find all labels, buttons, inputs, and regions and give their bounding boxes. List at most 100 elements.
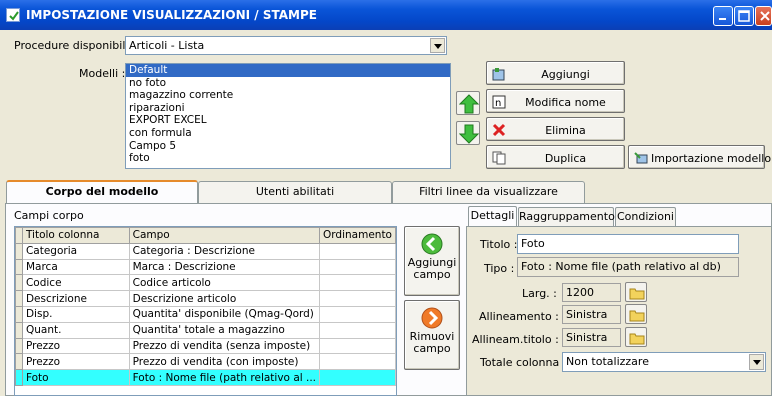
add-model-icon: [492, 67, 506, 81]
table-row[interactable]: Descrizione Descrizione articolo: [15, 290, 396, 307]
larg-field[interactable]: 1200: [562, 283, 621, 302]
larg-folder-button[interactable]: [625, 282, 647, 302]
allineam-titolo-value: Sinistra: [566, 331, 608, 344]
table-cell[interactable]: Descrizione articolo: [128, 290, 321, 307]
table-cell[interactable]: Prezzo: [21, 337, 130, 355]
allineam-titolo-field[interactable]: Sinistra: [562, 328, 621, 347]
table-cell[interactable]: Categoria: [21, 242, 130, 260]
allineamento-field[interactable]: Sinistra: [562, 305, 621, 324]
table-cell[interactable]: Prezzo di vendita (senza imposte): [128, 337, 321, 355]
totale-colonna-select[interactable]: Non totalizzare: [562, 352, 766, 372]
campi-corpo-title: Campi corpo: [14, 209, 84, 222]
table-cell[interactable]: Foto: [21, 369, 130, 386]
modelli-list-item[interactable]: Campo 5: [126, 140, 450, 153]
modelli-list-item[interactable]: foto: [126, 152, 450, 165]
table-row[interactable]: Prezzo Prezzo di vendita (con imposte): [15, 353, 396, 371]
row-header[interactable]: [15, 274, 23, 292]
aggiungi-button[interactable]: Aggiungi: [486, 61, 625, 85]
col-header-ordinamento[interactable]: Ordinamento: [319, 227, 396, 244]
campi-grid[interactable]: Titolo colonna Campo Ordinamento Categor…: [14, 226, 397, 396]
table-cell[interactable]: [319, 353, 396, 371]
table-row[interactable]: Marca Marca : Descrizione: [15, 258, 396, 276]
modelli-list-item[interactable]: riparazioni: [126, 102, 450, 115]
move-up-button[interactable]: [456, 91, 480, 115]
delete-icon: [492, 123, 506, 137]
minimize-button[interactable]: [713, 6, 733, 26]
col-header-campo[interactable]: Campo: [128, 227, 321, 244]
title-bar[interactable]: IMPOSTAZIONE VISUALIZZAZIONI / STAMPE: [0, 0, 772, 30]
titolo-input[interactable]: Foto: [517, 234, 739, 254]
elimina-button[interactable]: Elimina: [486, 117, 625, 141]
modelli-list-item[interactable]: con formula: [126, 127, 450, 140]
larg-label: Larg. :: [522, 287, 557, 300]
table-cell[interactable]: Prezzo di vendita (con imposte): [128, 353, 321, 371]
table-row[interactable]: Categoria Categoria : Descrizione: [15, 242, 396, 260]
table-cell[interactable]: [319, 337, 396, 355]
table-row[interactable]: Disp. Quantita' disponibile (Qmag-Qord): [15, 305, 396, 323]
table-cell[interactable]: [319, 305, 396, 323]
procedure-select[interactable]: Articoli - Lista: [125, 36, 447, 55]
table-cell[interactable]: Marca : Descrizione: [128, 258, 321, 276]
table-cell[interactable]: [319, 369, 396, 386]
maximize-button[interactable]: [734, 6, 754, 26]
table-cell[interactable]: Prezzo: [21, 353, 130, 371]
table-cell[interactable]: Disp.: [21, 305, 130, 323]
table-cell[interactable]: [319, 258, 396, 276]
table-cell[interactable]: Quant.: [21, 321, 130, 339]
table-row[interactable]: Foto Foto : Nome file (path relativo al .…: [15, 369, 396, 386]
row-header[interactable]: [15, 290, 23, 307]
table-cell[interactable]: [319, 321, 396, 339]
procedure-value: Articoli - Lista: [129, 39, 205, 52]
table-cell[interactable]: Foto : Nome file (path relativo al ...: [128, 369, 321, 386]
modelli-list-item[interactable]: Default: [126, 64, 450, 77]
tab-dettagli[interactable]: Dettagli: [468, 206, 517, 227]
tab-filtri-linee[interactable]: Filtri linee da visualizzare: [392, 181, 585, 203]
duplicate-icon: [492, 151, 506, 165]
table-row[interactable]: Prezzo Prezzo di vendita (senza imposte): [15, 337, 396, 355]
table-cell[interactable]: [319, 242, 396, 260]
row-header[interactable]: [15, 337, 23, 355]
row-header[interactable]: [15, 305, 23, 323]
tab-corpo-del-modello[interactable]: Corpo del modello: [6, 180, 198, 204]
allineam-titolo-label: Allineam.titolo :: [472, 333, 559, 346]
importazione-modello-button[interactable]: Importazione modello: [628, 145, 771, 169]
aggiungi-label: Aggiungi: [541, 68, 590, 81]
totale-colonna-label: Totale colonna :: [480, 356, 567, 369]
table-cell[interactable]: [319, 274, 396, 292]
table-cell[interactable]: Quantita' totale a magazzino: [128, 321, 321, 339]
tab-utenti-abilitati[interactable]: Utenti abilitati: [198, 181, 392, 203]
modelli-list-item[interactable]: no foto: [126, 77, 450, 90]
close-button[interactable]: [755, 6, 772, 26]
modelli-list-item[interactable]: magazzino corrente: [126, 89, 450, 102]
table-cell[interactable]: Codice: [21, 274, 130, 292]
table-cell[interactable]: Descrizione: [21, 290, 130, 307]
allineamento-folder-button[interactable]: [625, 304, 647, 324]
modelli-list-item[interactable]: EXPORT EXCEL: [126, 114, 450, 127]
duplica-button[interactable]: Duplica: [486, 145, 625, 169]
modelli-list[interactable]: Default no foto magazzino corrente riparazi…: [125, 63, 451, 169]
row-header[interactable]: [15, 369, 23, 386]
table-cell[interactable]: Codice articolo: [128, 274, 321, 292]
table-cell[interactable]: Quantita' disponibile (Qmag-Qord): [128, 305, 321, 323]
table-cell[interactable]: Marca: [21, 258, 130, 276]
table-cell[interactable]: Categoria : Descrizione: [128, 242, 321, 260]
col-header-titolo[interactable]: Titolo colonna: [21, 227, 130, 244]
move-down-button[interactable]: [456, 121, 480, 145]
chevron-down-icon[interactable]: [749, 354, 764, 370]
tab-condizioni[interactable]: Condizioni: [615, 207, 676, 226]
row-header[interactable]: [15, 321, 23, 339]
tab-raggruppamento[interactable]: Raggruppamento: [518, 207, 615, 226]
row-header[interactable]: [15, 353, 23, 371]
row-header[interactable]: [15, 258, 23, 276]
modifica-nome-button[interactable]: n Modifica nome: [486, 89, 625, 113]
rimuovi-campo-button[interactable]: Rimuovi campo: [404, 300, 460, 370]
table-row[interactable]: Codice Codice articolo: [15, 274, 396, 292]
import-icon: [634, 151, 648, 165]
totale-colonna-value: Non totalizzare: [566, 355, 649, 368]
aggiungi-campo-button[interactable]: Aggiungi campo: [404, 226, 460, 296]
allineam-titolo-folder-button[interactable]: [625, 327, 647, 347]
row-header[interactable]: [15, 242, 23, 260]
table-cell[interactable]: [319, 290, 396, 307]
chevron-down-icon[interactable]: [430, 38, 445, 53]
table-row[interactable]: Quant. Quantita' totale a magazzino: [15, 321, 396, 339]
